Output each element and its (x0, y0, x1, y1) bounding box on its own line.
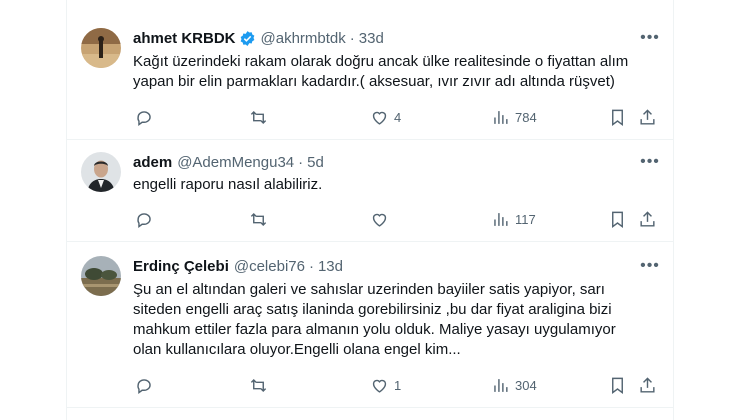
views-button[interactable]: 784 (491, 106, 537, 128)
display-name[interactable]: Erdinç Çelebi (133, 258, 229, 275)
display-name[interactable]: ahmet KRBDK (133, 30, 236, 47)
repost-button[interactable] (249, 106, 273, 128)
timestamp[interactable]: 13d (318, 258, 343, 275)
separator: · (308, 257, 314, 275)
share-icon (640, 210, 655, 227)
repost-icon (250, 378, 267, 392)
separator: · (349, 29, 355, 47)
bookmark-icon (612, 377, 623, 394)
tweet-actions: 117 (123, 208, 659, 230)
bookmark-icon (612, 109, 623, 126)
like-count: 4 (394, 109, 402, 125)
like-button[interactable]: 1 (370, 374, 401, 396)
view-count: 304 (515, 377, 537, 393)
views-button[interactable]: 117 (491, 208, 536, 230)
timestamp[interactable]: 5d (307, 154, 324, 171)
repost-icon (250, 212, 267, 226)
tweet-header: Erdinç Çelebi @celebi76 · 13d (133, 256, 343, 276)
bookmark-button[interactable] (608, 208, 627, 230)
heart-icon (372, 111, 387, 125)
share-button[interactable] (638, 374, 657, 396)
bookmark-button[interactable] (608, 374, 627, 396)
more-icon[interactable]: ••• (639, 152, 661, 172)
avatar[interactable] (81, 152, 121, 192)
reply-button[interactable] (135, 374, 159, 396)
tweet-actions: 4 784 (123, 106, 659, 128)
views-icon (494, 378, 508, 392)
reply-button[interactable] (135, 106, 159, 128)
tweet-text: Kağıt üzerindeki rakam olarak doğru anca… (133, 53, 629, 90)
tweet-1[interactable]: ahmet KRBDK @akhrmbtdk · 33d ••• Kağıt ü… (67, 12, 673, 140)
reply-icon (137, 110, 151, 126)
timeline-feed: ahmet KRBDK @akhrmbtdk · 33d ••• Kağıt ü… (66, 0, 674, 420)
display-name[interactable]: adem (133, 154, 172, 171)
reply-icon (137, 378, 151, 394)
handle[interactable]: @celebi76 (234, 258, 305, 275)
tweet-header: ahmet KRBDK @akhrmbtdk · 33d (133, 28, 384, 48)
repost-button[interactable] (249, 208, 273, 230)
tweet-text: Şu an el altından galeri ve sahıslar uze… (133, 281, 616, 358)
tweet-actions: 1 304 (123, 374, 659, 396)
more-icon[interactable]: ••• (639, 28, 661, 48)
repost-icon (250, 110, 267, 124)
separator: · (298, 153, 304, 171)
reply-button[interactable] (135, 208, 159, 230)
share-icon (640, 376, 655, 393)
heart-icon (372, 213, 387, 227)
views-icon (494, 212, 508, 226)
like-button[interactable] (370, 208, 394, 230)
repost-button[interactable] (249, 374, 273, 396)
share-icon (640, 108, 655, 125)
handle[interactable]: @AdemMengu34 (177, 154, 294, 171)
verified-badge-icon (239, 30, 256, 47)
views-button[interactable]: 304 (491, 374, 537, 396)
timestamp[interactable]: 33d (359, 30, 384, 47)
tweet-3[interactable]: Erdinç Çelebi @celebi76 · 13d ••• Şu an … (67, 242, 673, 408)
like-count: 1 (394, 377, 402, 393)
view-count: 117 (515, 211, 536, 227)
tweet-header: adem @AdemMengu34 · 5d (133, 152, 324, 172)
more-icon[interactable]: ••• (639, 256, 661, 276)
share-button[interactable] (638, 106, 657, 128)
tweet-2[interactable]: adem @AdemMengu34 · 5d ••• engelli rapor… (67, 140, 673, 242)
reply-icon (137, 212, 151, 228)
heart-icon (372, 379, 387, 393)
handle[interactable]: @akhrmbtdk (261, 30, 346, 47)
tweet-text: engelli raporu nasıl alabiliriz. (133, 176, 323, 193)
bookmark-icon (612, 211, 623, 228)
views-icon (494, 110, 508, 124)
bookmark-button[interactable] (608, 106, 627, 128)
avatar[interactable] (81, 256, 121, 296)
view-count: 784 (515, 109, 537, 125)
like-button[interactable]: 4 (370, 106, 401, 128)
avatar[interactable] (81, 28, 121, 68)
share-button[interactable] (638, 208, 657, 230)
